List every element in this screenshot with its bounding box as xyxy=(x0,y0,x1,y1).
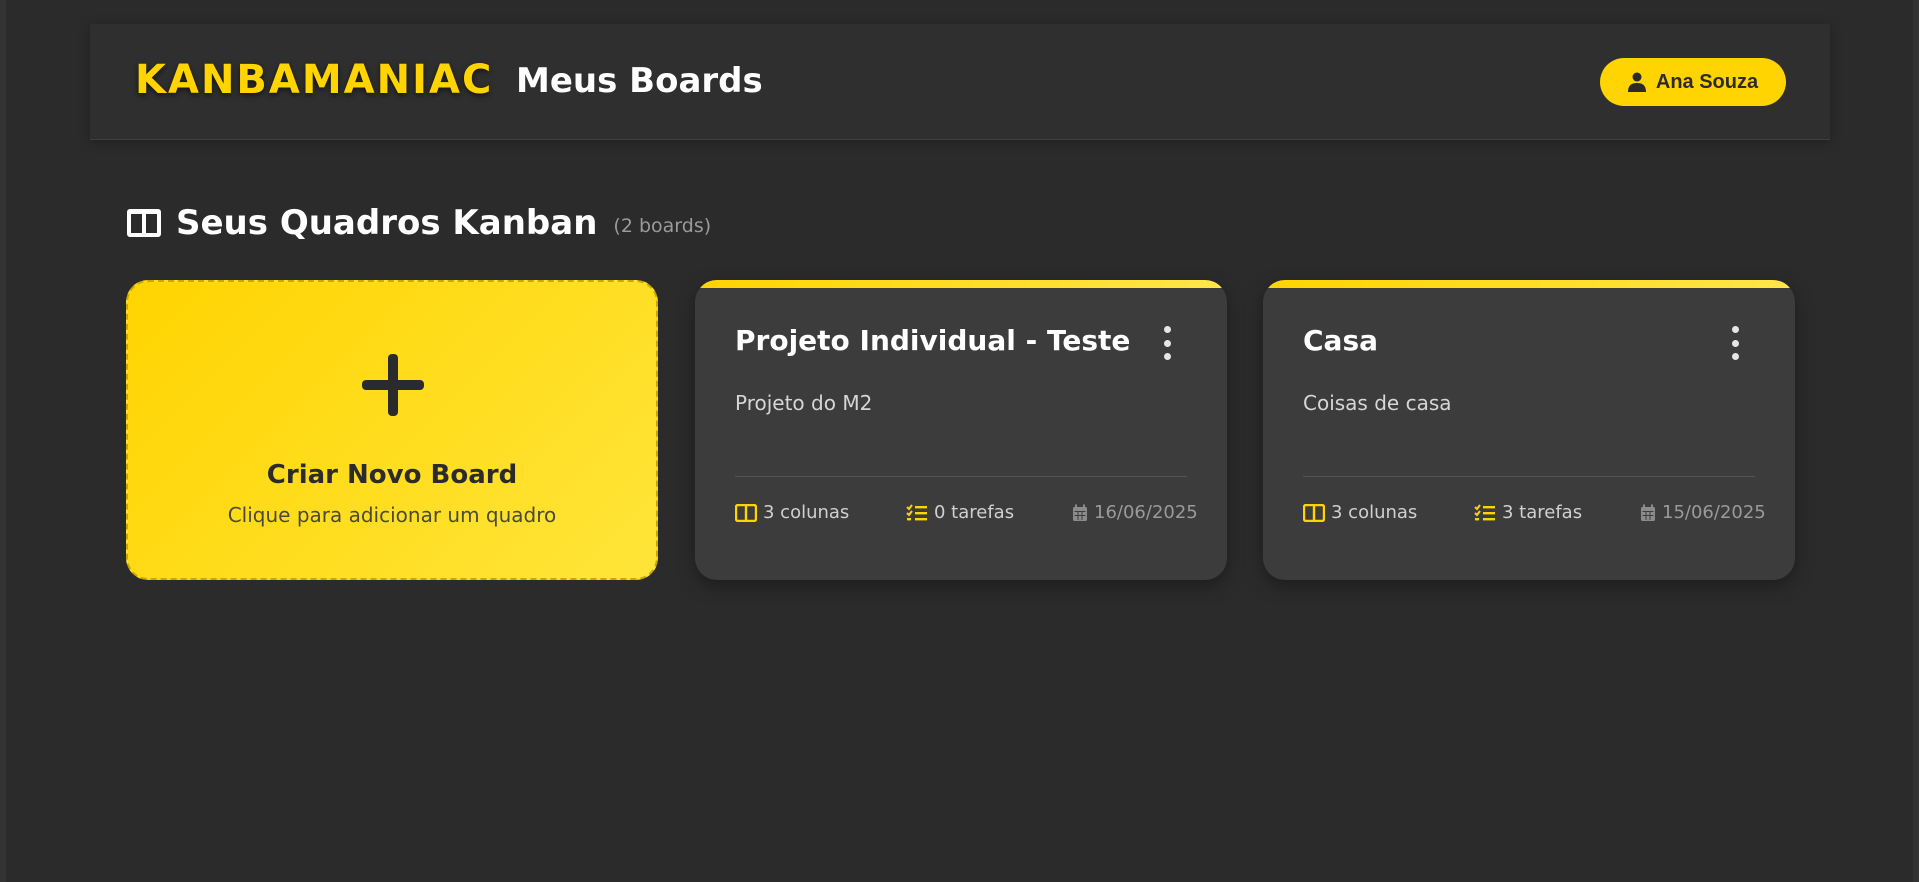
create-board-title: Criar Novo Board xyxy=(266,460,518,490)
plus-icon xyxy=(362,354,424,416)
board-columns: 3 colunas xyxy=(735,502,849,523)
calendar-icon xyxy=(1641,504,1655,521)
tasks-icon xyxy=(1474,503,1495,520)
kebab-menu-icon[interactable] xyxy=(1727,326,1743,360)
tasks-icon xyxy=(906,503,927,520)
board-tasks: 0 tarefas xyxy=(906,502,1014,523)
board-columns: 3 colunas xyxy=(1303,502,1417,523)
app-logo[interactable]: KANBAMANIAC xyxy=(135,60,493,100)
board-description: Projeto do M2 xyxy=(735,391,873,415)
board-card[interactable]: Casa Coisas de casa 3 colunas 3 tarefas xyxy=(1263,280,1795,580)
calendar-icon xyxy=(1073,504,1087,521)
section-title: Seus Quadros Kanban xyxy=(176,203,598,243)
board-title: Projeto Individual - Teste xyxy=(735,324,1131,357)
user-name: Ana Souza xyxy=(1655,70,1759,93)
columns-count: 3 colunas xyxy=(763,502,850,523)
create-board-card[interactable]: Criar Novo Board Clique para adicionar u… xyxy=(126,280,658,580)
board-date-text: 16/06/2025 xyxy=(1094,502,1198,523)
columns-icon xyxy=(1303,503,1325,522)
board-title: Casa xyxy=(1303,324,1379,357)
create-board-subtitle: Clique para adicionar um quadro xyxy=(227,503,557,527)
board-date: 16/06/2025 xyxy=(1072,502,1198,523)
app-header: KANBAMANIAC Meus Boards Ana Souza xyxy=(90,24,1830,140)
board-description: Coisas de casa xyxy=(1303,391,1452,415)
board-card[interactable]: Projeto Individual - Teste Projeto do M2… xyxy=(695,280,1227,580)
window-edge-left xyxy=(0,0,6,882)
book-icon xyxy=(127,209,161,237)
tasks-count: 3 tarefas xyxy=(1502,502,1583,523)
card-divider xyxy=(735,476,1187,477)
kebab-menu-icon[interactable] xyxy=(1159,326,1175,360)
tasks-count: 0 tarefas xyxy=(934,502,1015,523)
columns-icon xyxy=(735,503,757,522)
board-count: (2 boards) xyxy=(613,215,712,237)
board-date: 15/06/2025 xyxy=(1640,502,1766,523)
user-icon xyxy=(1627,72,1646,92)
user-menu-button[interactable]: Ana Souza xyxy=(1600,58,1786,106)
columns-count: 3 colunas xyxy=(1331,502,1418,523)
section-header: Seus Quadros Kanban (2 boards) xyxy=(126,206,711,240)
card-accent-bar xyxy=(695,280,1227,288)
page-title: Meus Boards xyxy=(516,61,763,101)
window-edge-right xyxy=(1913,0,1919,882)
board-date-text: 15/06/2025 xyxy=(1662,502,1766,523)
card-divider xyxy=(1303,476,1755,477)
card-accent-bar xyxy=(1263,280,1795,288)
board-tasks: 3 tarefas xyxy=(1474,502,1582,523)
